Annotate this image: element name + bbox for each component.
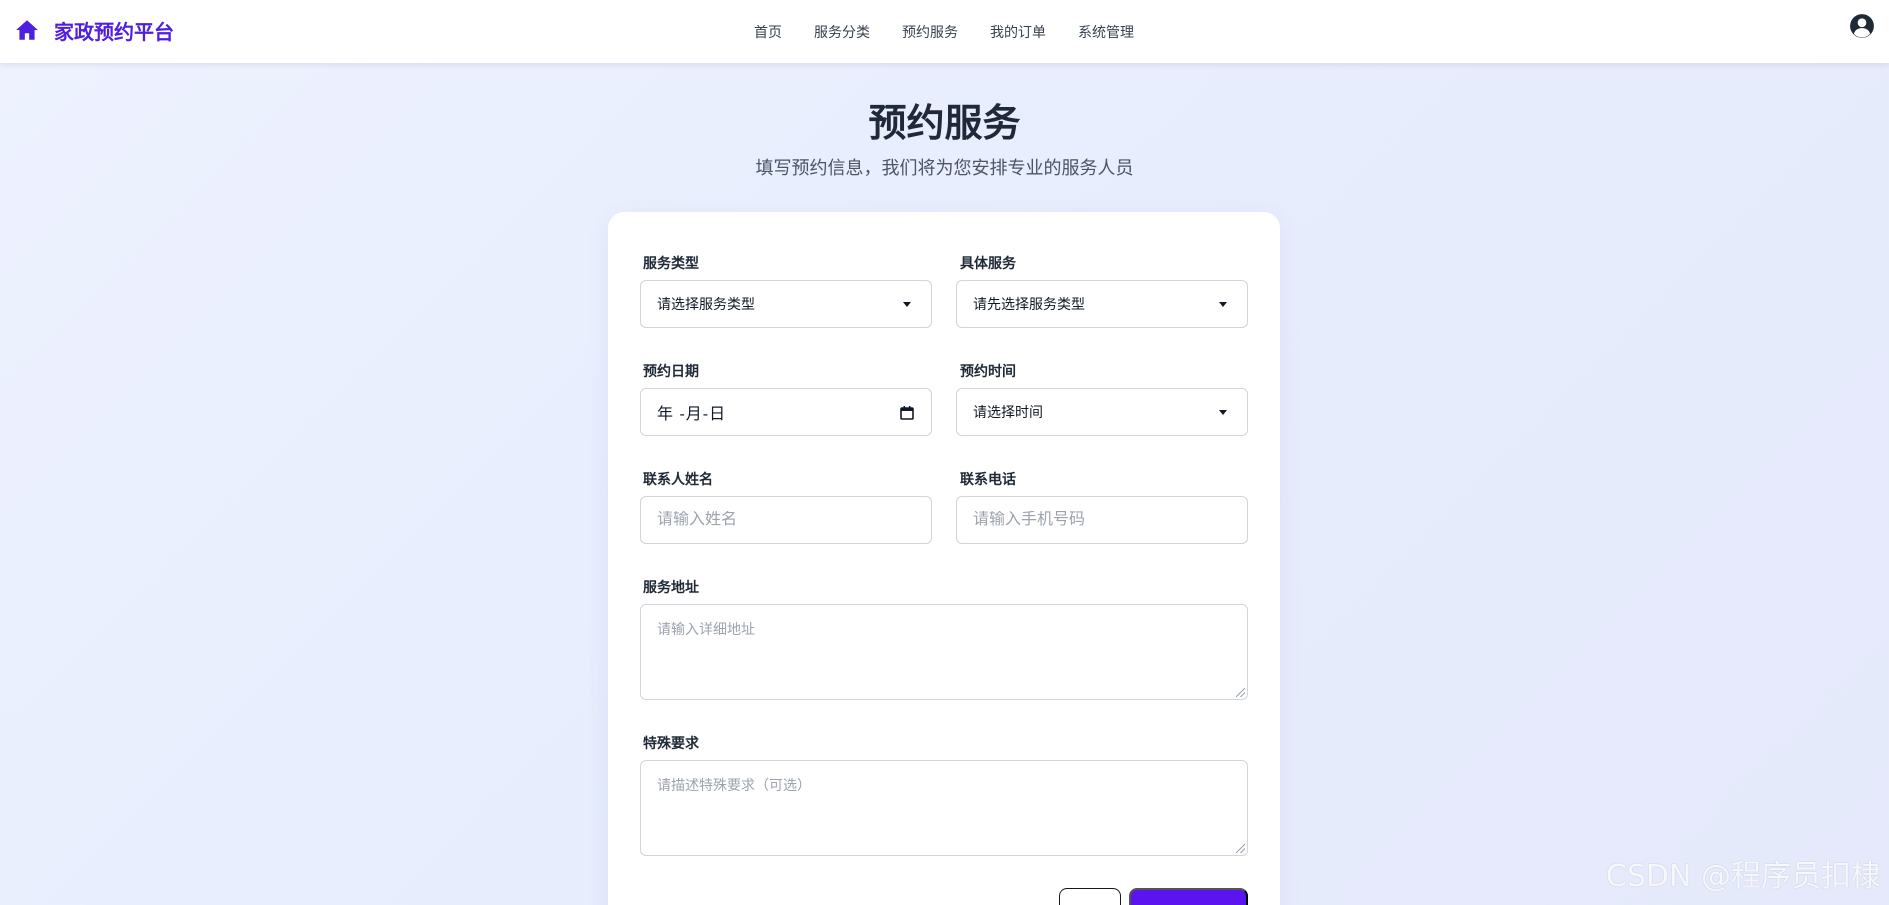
specific-service-select[interactable]: 请先选择服务类型: [956, 280, 1248, 328]
contact-phone-label: 联系电话: [960, 471, 1016, 487]
address-label: 服务地址: [643, 579, 699, 595]
specific-service-label: 具体服务: [960, 255, 1016, 271]
nav-link-booking[interactable]: 预约服务: [902, 22, 958, 42]
contact-name-field[interactable]: [640, 496, 932, 544]
nav-link-admin[interactable]: 系统管理: [1078, 22, 1134, 42]
date-label: 预约日期: [643, 363, 699, 379]
chevron-down-icon: [1219, 302, 1227, 307]
booking-form-card: 服务类型 请选择服务类型 具体服务 请先选择服务类型 预约日期 年 -月-日 预…: [608, 212, 1280, 905]
calendar-icon[interactable]: [899, 405, 915, 421]
page-title: 预约服务: [868, 103, 1021, 145]
contact-name-input[interactable]: [657, 511, 915, 529]
time-value: 请选择时间: [973, 404, 1043, 420]
cancel-button[interactable]: [1059, 888, 1121, 905]
time-label: 预约时间: [960, 363, 1016, 379]
contact-name-label: 联系人姓名: [643, 471, 713, 487]
date-value: 年 -月-日: [657, 406, 727, 423]
time-select[interactable]: 请选择时间: [956, 388, 1248, 436]
address-textarea[interactable]: [657, 619, 1231, 685]
chevron-down-icon: [1219, 410, 1227, 415]
nav-link-orders[interactable]: 我的订单: [990, 22, 1046, 42]
contact-phone-field[interactable]: [956, 496, 1248, 544]
contact-phone-input[interactable]: [973, 511, 1231, 529]
page-subtitle: 填写预约信息，我们将为您安排专业的服务人员: [755, 158, 1134, 178]
requirements-label: 特殊要求: [643, 735, 699, 751]
chevron-down-icon: [903, 302, 911, 307]
top-navbar: 家政预约平台 首页 服务分类 预约服务 我的订单 系统管理: [0, 0, 1889, 63]
brand-name: 家政预约平台: [54, 21, 174, 44]
specific-service-value: 请先选择服务类型: [973, 296, 1085, 312]
resize-handle-icon[interactable]: [1236, 688, 1245, 697]
requirements-field[interactable]: [640, 760, 1248, 856]
nav-link-home[interactable]: 首页: [754, 22, 782, 42]
service-type-select[interactable]: 请选择服务类型: [640, 280, 932, 328]
nav-link-categories[interactable]: 服务分类: [814, 22, 870, 42]
address-field[interactable]: [640, 604, 1248, 700]
resize-handle-icon[interactable]: [1236, 844, 1245, 853]
main-nav: 首页 服务分类 预约服务 我的订单 系统管理: [754, 0, 1134, 63]
home-icon: [16, 20, 38, 40]
service-type-value: 请选择服务类型: [657, 296, 755, 312]
date-input[interactable]: 年 -月-日: [640, 388, 932, 436]
brand-logo[interactable]: 家政预约平台: [14, 14, 174, 46]
user-avatar-icon[interactable]: [1849, 13, 1875, 39]
requirements-textarea[interactable]: [657, 775, 1231, 841]
watermark-text: CSDN @程序员扣棣: [1605, 859, 1881, 894]
service-type-label: 服务类型: [643, 255, 699, 271]
submit-button[interactable]: [1129, 888, 1248, 905]
